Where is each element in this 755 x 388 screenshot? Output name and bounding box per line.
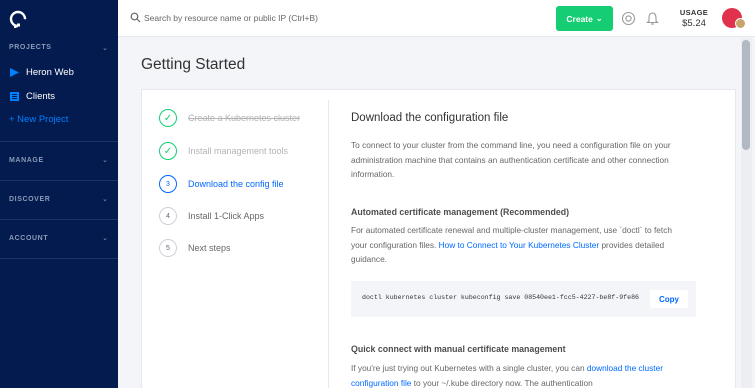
quick-text-after: to your ~/.kube directory now. The authe… [411,377,593,388]
account-section-header[interactable]: ACCOUNT [9,235,48,242]
new-project-link[interactable]: + New Project [9,114,68,125]
step-label: Install 1-Click Apps [188,211,265,221]
sidebar-divider [0,258,118,259]
copy-button[interactable]: Copy [650,290,688,308]
search-icon [130,12,141,23]
sidebar-item-label: Clients [26,91,56,102]
search-input[interactable] [144,10,504,26]
step-install-apps[interactable]: 4 Install 1-Click Apps [159,207,264,225]
sidebar-divider [0,219,118,220]
sidebar-divider [0,180,118,181]
step-label: Install management tools [188,146,289,156]
check-icon: ✓ [159,109,177,127]
step-label: Next steps [188,243,231,253]
check-icon: ✓ [159,142,177,160]
step-number: 3 [159,175,177,193]
page-scrollbar[interactable] [741,38,752,388]
digitalocean-logo-icon[interactable] [8,9,28,29]
sidebar-item-clients[interactable]: Clients [9,91,55,102]
create-button-label: Create [566,13,593,24]
intro-text: To connect to your cluster from the comm… [351,140,671,179]
sidebar-item-heron-web[interactable]: Heron Web [9,67,74,78]
step-number: 5 [159,239,177,257]
command-text[interactable]: doctl kubernetes cluster kubeconfig save… [362,294,647,301]
page-title: Getting Started [141,56,246,73]
getting-started-card: ✓ Create a Kubernetes cluster ✓ Install … [141,89,736,388]
top-header: Create ⌄ USAGE $5.24 [118,0,755,37]
connect-guide-link[interactable]: How to Connect to Your Kubernetes Cluste… [439,240,600,250]
auto-cert-text: For automated certificate renewal and mu… [351,223,689,267]
create-button[interactable]: Create ⌄ [556,6,613,31]
sidebar: PROJECTS ⌄ Heron Web Clients + New Proje… [0,0,118,388]
usage-amount[interactable]: $5.24 [678,18,710,29]
step-install-tools[interactable]: ✓ Install management tools [159,142,288,160]
command-box: doctl kubernetes cluster kubeconfig save… [351,281,696,317]
chevron-down-icon[interactable]: ⌄ [102,44,108,52]
chevron-down-icon[interactable]: ⌄ [102,195,108,203]
step-label: Create a Kubernetes cluster [188,113,301,123]
bell-icon[interactable] [645,11,660,26]
manage-section-header[interactable]: MANAGE [9,157,44,164]
step-number: 4 [159,207,177,225]
chevron-down-icon[interactable]: ⌄ [102,156,108,164]
scrollbar-thumb[interactable] [742,40,750,150]
team-badge-icon [735,18,746,29]
step-create-cluster[interactable]: ✓ Create a Kubernetes cluster [159,109,300,127]
new-project-label: + New Project [9,114,69,125]
steps-divider [328,100,329,388]
auto-cert-heading: Automated certificate management (Recomm… [351,207,570,217]
quick-connect-heading: Quick connect with manual certificate ma… [351,344,566,354]
list-icon [10,92,19,101]
chevron-down-icon: ⌄ [595,14,603,23]
chevron-down-icon[interactable]: ⌄ [102,234,108,242]
step-label: Download the config file [188,179,284,189]
app-icon [10,68,19,77]
step-next-steps[interactable]: 5 Next steps [159,239,231,257]
help-icon[interactable] [621,11,636,26]
sidebar-item-label: Heron Web [26,67,74,78]
step-download-config[interactable]: 3 Download the config file [159,175,284,193]
usage-label: USAGE [679,8,709,17]
discover-section-header[interactable]: DISCOVER [9,196,50,203]
sidebar-divider [0,141,118,142]
quick-text-before: If you're just trying out Kubernetes wit… [351,363,587,373]
projects-section-header: PROJECTS [9,44,52,51]
section-heading: Download the configuration file [351,112,509,124]
quick-connect-text: If you're just trying out Kubernetes wit… [351,361,689,388]
